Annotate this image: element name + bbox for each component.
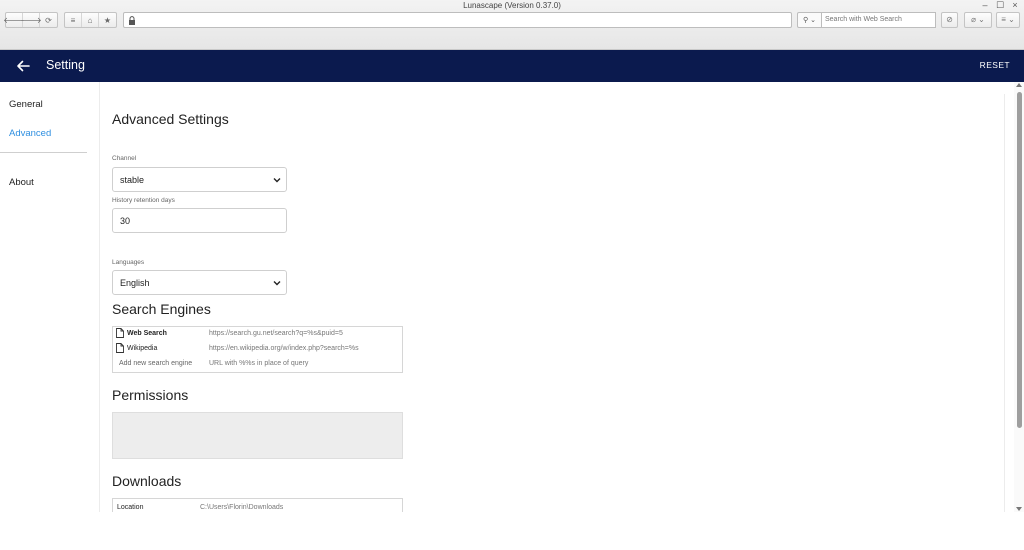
page-button-group: ≡ ⌂ ★ (64, 12, 117, 28)
engine-name: Web Search (127, 330, 167, 337)
downloads-table: Location C:\Users\Florin\Downloads (112, 498, 403, 512)
languages-label: Languages (112, 259, 145, 266)
table-row[interactable]: Wikipedia https://en.wikipedia.org/w/ind… (113, 342, 403, 357)
scroll-up-icon[interactable] (1016, 83, 1022, 87)
channel-value: stable (120, 175, 145, 185)
sidebar-item-advanced[interactable]: Advanced (9, 128, 51, 139)
section-title-search-engines: Search Engines (112, 301, 211, 317)
scroll-thumb[interactable] (1017, 92, 1022, 428)
close-button[interactable]: × (1008, 0, 1022, 10)
document-icon (116, 343, 124, 353)
search-engine-selector[interactable]: ⚲ ⌄ (797, 12, 822, 28)
languages-select[interactable]: English (112, 270, 287, 295)
sidebar-divider (0, 152, 87, 153)
home-icon[interactable]: ⌂ (82, 13, 99, 27)
sidebar-item-general[interactable]: General (9, 99, 43, 110)
list-icon[interactable]: ≡ (65, 13, 82, 27)
toolbar: 🡐 🡒 ⟳ ≡ ⌂ ★ ⚲ ⌄ Search with Web Search ⊘… (0, 12, 1024, 30)
channel-label: Channel (112, 155, 137, 162)
clip-menu-button[interactable]: ⌀ ⌄ (964, 12, 992, 28)
content-divider (1004, 94, 1005, 512)
table-row[interactable]: Web Search https://search.gu.net/search?… (113, 327, 403, 342)
sidebar-item-about[interactable]: About (9, 177, 34, 188)
add-engine-name-input[interactable]: Add new search engine (119, 360, 192, 367)
page-scrollbar[interactable] (1014, 82, 1024, 512)
search-engines-table: Web Search https://search.gu.net/search?… (112, 326, 403, 373)
web-search-input[interactable]: Search with Web Search (821, 12, 936, 28)
scroll-down-icon[interactable] (1016, 507, 1022, 511)
browser-chrome: Lunascape (Version 0.37.0) – ☐ × 🡐 🡒 ⟳ ≡… (0, 0, 1024, 50)
reload-button[interactable]: ⟳ (40, 13, 57, 27)
add-engine-row[interactable]: Add new search engine URL with %%s in pl… (113, 357, 403, 372)
section-title-downloads: Downloads (112, 473, 182, 489)
settings-content: Advanced Settings Channel stable History… (100, 82, 1005, 512)
block-icon[interactable]: ⊘ (941, 12, 958, 28)
channel-select[interactable]: stable (112, 167, 287, 192)
engine-url: https://en.wikipedia.org/w/index.php?sea… (209, 345, 359, 352)
page-title: Setting (46, 58, 85, 72)
engine-name: Wikipedia (127, 345, 158, 352)
languages-value: English (120, 278, 150, 288)
document-icon (116, 328, 124, 338)
engine-url: https://search.gu.net/search?q=%s&puid=5 (209, 330, 343, 337)
star-icon[interactable]: ★ (99, 13, 116, 27)
reset-button[interactable]: RESET (980, 60, 1010, 70)
minimize-button[interactable]: – (978, 0, 992, 10)
section-title-advanced: Advanced Settings (112, 111, 229, 127)
add-engine-url-input[interactable]: URL with %%s in place of query (209, 360, 308, 367)
nav-button-group: 🡐 🡒 ⟳ (3, 12, 58, 28)
maximize-button[interactable]: ☐ (993, 0, 1007, 11)
lock-icon (129, 16, 135, 25)
main-menu-button[interactable]: ≡ ⌄ (996, 12, 1020, 28)
forward-nav-button[interactable]: 🡒 (20, 13, 42, 27)
settings-header: Setting RESET (0, 50, 1024, 82)
history-retention-input[interactable]: 30 (112, 208, 287, 233)
download-location-label: Location (117, 504, 144, 511)
settings-sidebar: General Advanced About (0, 82, 100, 512)
chevron-down-icon (273, 281, 281, 286)
section-title-permissions: Permissions (112, 387, 189, 403)
arrow-left-icon[interactable] (14, 57, 32, 75)
permissions-list (112, 412, 403, 459)
url-bar[interactable] (123, 12, 792, 28)
chevron-down-icon (273, 178, 281, 183)
download-location-value[interactable]: C:\Users\Florin\Downloads (200, 504, 283, 511)
history-label: History retention days (112, 197, 175, 204)
window-title: Lunascape (Version 0.37.0) (463, 1, 561, 10)
